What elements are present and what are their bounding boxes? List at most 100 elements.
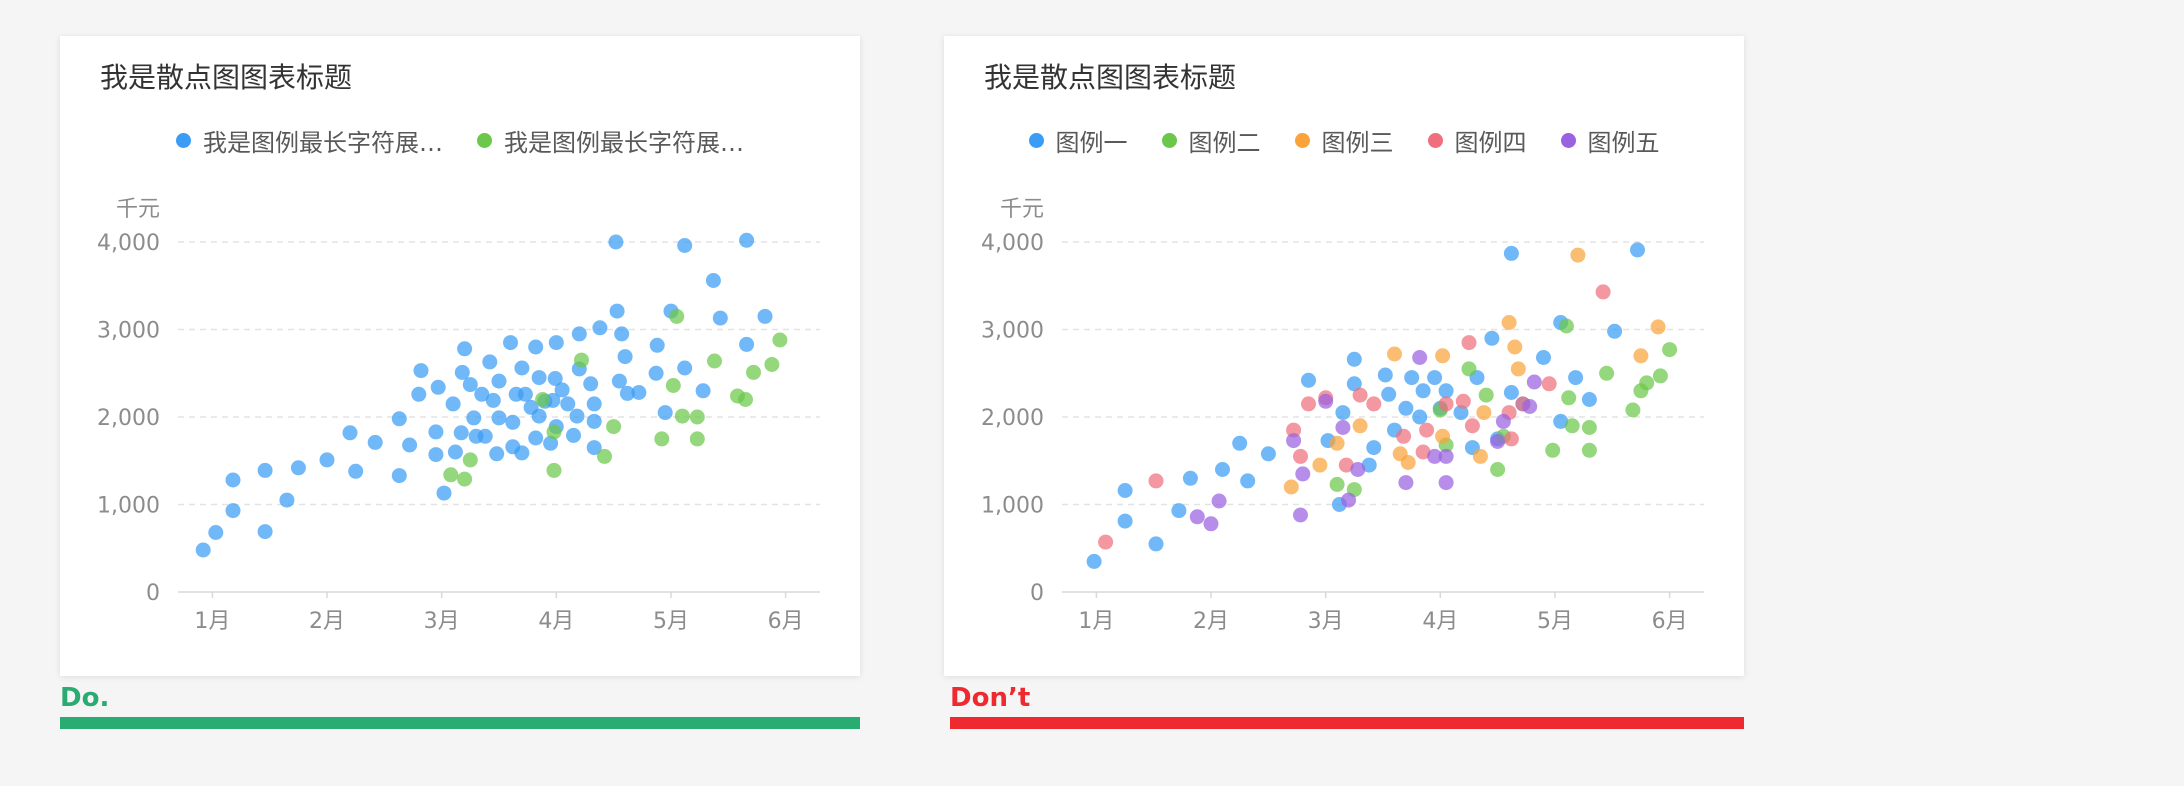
scatter-point: [367, 434, 383, 450]
scatter-point: [608, 234, 624, 250]
scatter-point: [1318, 393, 1334, 409]
y-tick-label: 0: [146, 581, 160, 606]
scatter-point: [1341, 492, 1357, 508]
scatter-point: [739, 232, 755, 248]
scatter-point: [1301, 396, 1316, 412]
scatter-point: [1148, 536, 1164, 552]
scatter-point: [560, 396, 576, 412]
dont-label: Don’t: [950, 683, 1031, 713]
scatter-point: [1490, 462, 1506, 477]
scatter-point: [1438, 475, 1454, 491]
scatter-point: [757, 308, 773, 324]
scatter-point: [764, 357, 780, 372]
scatter-point: [1630, 242, 1645, 258]
scatter-point: [531, 408, 547, 424]
scatter-point: [462, 452, 478, 468]
scatter-point: [1568, 370, 1584, 386]
scatter-point: [689, 409, 705, 425]
scatter-point: [1293, 448, 1308, 464]
x-tick-label: 6月: [768, 609, 804, 634]
scatter-point: [569, 408, 585, 424]
scatter-point: [1240, 473, 1256, 489]
scatter-point: [514, 445, 530, 461]
scatter-point: [505, 414, 521, 430]
scatter-point: [1503, 245, 1519, 261]
scatter-point: [1381, 386, 1397, 402]
scatter-point: [1335, 405, 1351, 421]
scatter-point: [1570, 247, 1586, 263]
scatter-point: [491, 410, 507, 426]
y-tick-label: 3,000: [97, 319, 160, 344]
y-tick-label: 4,000: [981, 231, 1044, 256]
scatter-point: [1215, 462, 1230, 477]
scatter-point: [257, 462, 273, 478]
scatter-point: [1312, 457, 1328, 473]
scatter-point: [290, 460, 306, 476]
scatter-point: [1419, 422, 1435, 438]
scatter-point: [1558, 318, 1574, 334]
scatter-point: [489, 446, 505, 462]
scatter-point: [689, 431, 705, 447]
scatter-point: [391, 411, 407, 427]
x-tick-label: 1月: [1078, 609, 1114, 634]
scatter-point: [1501, 315, 1517, 330]
scatter-point: [402, 437, 418, 453]
scatter-point: [208, 525, 224, 540]
scatter-point: [1352, 418, 1368, 434]
scatter-point: [1435, 348, 1451, 364]
scatter-point: [1461, 361, 1477, 377]
scatter-plot: 千元 0 1,000 2,000 3,000 4,000 1月 2月 3月 4月 5月 6月: [97, 197, 820, 634]
x-tick-label: 1月: [194, 609, 230, 634]
scatter-point: [1148, 473, 1164, 489]
scatter-point: [586, 396, 602, 412]
scatter-point: [1625, 402, 1641, 418]
scatter-point: [746, 364, 761, 380]
scatter-point: [1464, 418, 1480, 434]
scatter-point: [1581, 442, 1597, 458]
scatter-point: [649, 337, 665, 353]
scatter-point: [485, 392, 501, 408]
scatter-point: [491, 373, 507, 389]
y-tick-label: 3,000: [981, 319, 1044, 344]
scatter-point: [586, 413, 602, 429]
scatter-point: [1607, 323, 1623, 339]
scatter-point: [617, 349, 633, 365]
scatter-point: [772, 332, 788, 348]
scatter-point: [428, 424, 444, 440]
scatter-point: [1476, 405, 1492, 421]
y-tick-label: 4,000: [97, 231, 160, 256]
scatter-point: [548, 335, 564, 351]
chart-card-dont: 我是散点图图表标题 图例一 图例二 图例三 图例四 图例五 千元 0 1,000 2,000 3…: [944, 36, 1744, 676]
scatter-point: [592, 320, 608, 336]
scatter-point: [1329, 476, 1345, 492]
x-tick-label: 2月: [1193, 609, 1229, 634]
scatter-point: [413, 363, 429, 379]
scatter-point: [1335, 420, 1351, 435]
scatter-point: [462, 377, 478, 393]
scatter-point: [1283, 479, 1299, 495]
scatter-point: [1098, 534, 1114, 550]
scatter-point: [391, 468, 407, 484]
scatter-point: [1438, 448, 1454, 464]
scatter-point: [1639, 375, 1655, 391]
scatter-point: [411, 386, 427, 402]
scatter-point: [1652, 368, 1668, 384]
scatter-point: [430, 379, 446, 395]
scatter-point: [707, 353, 722, 369]
scatter-point: [648, 365, 664, 381]
scatter-point: [436, 485, 452, 501]
scatter-point: [1536, 350, 1551, 365]
scatter-point: [1404, 370, 1420, 386]
x-tick-label: 4月: [1422, 609, 1458, 634]
scatter-point: [574, 352, 589, 368]
scatter-point: [528, 430, 544, 446]
scatter-point: [528, 339, 544, 355]
scatter-point: [1189, 509, 1205, 525]
scatter-point: [1507, 339, 1523, 355]
scatter-point: [457, 471, 473, 487]
x-tick-label: 5月: [1537, 609, 1573, 634]
scatter-point: [1510, 361, 1526, 377]
scatter-point: [1400, 455, 1416, 470]
scatter-point: [195, 542, 211, 558]
scatter-point: [677, 238, 693, 253]
